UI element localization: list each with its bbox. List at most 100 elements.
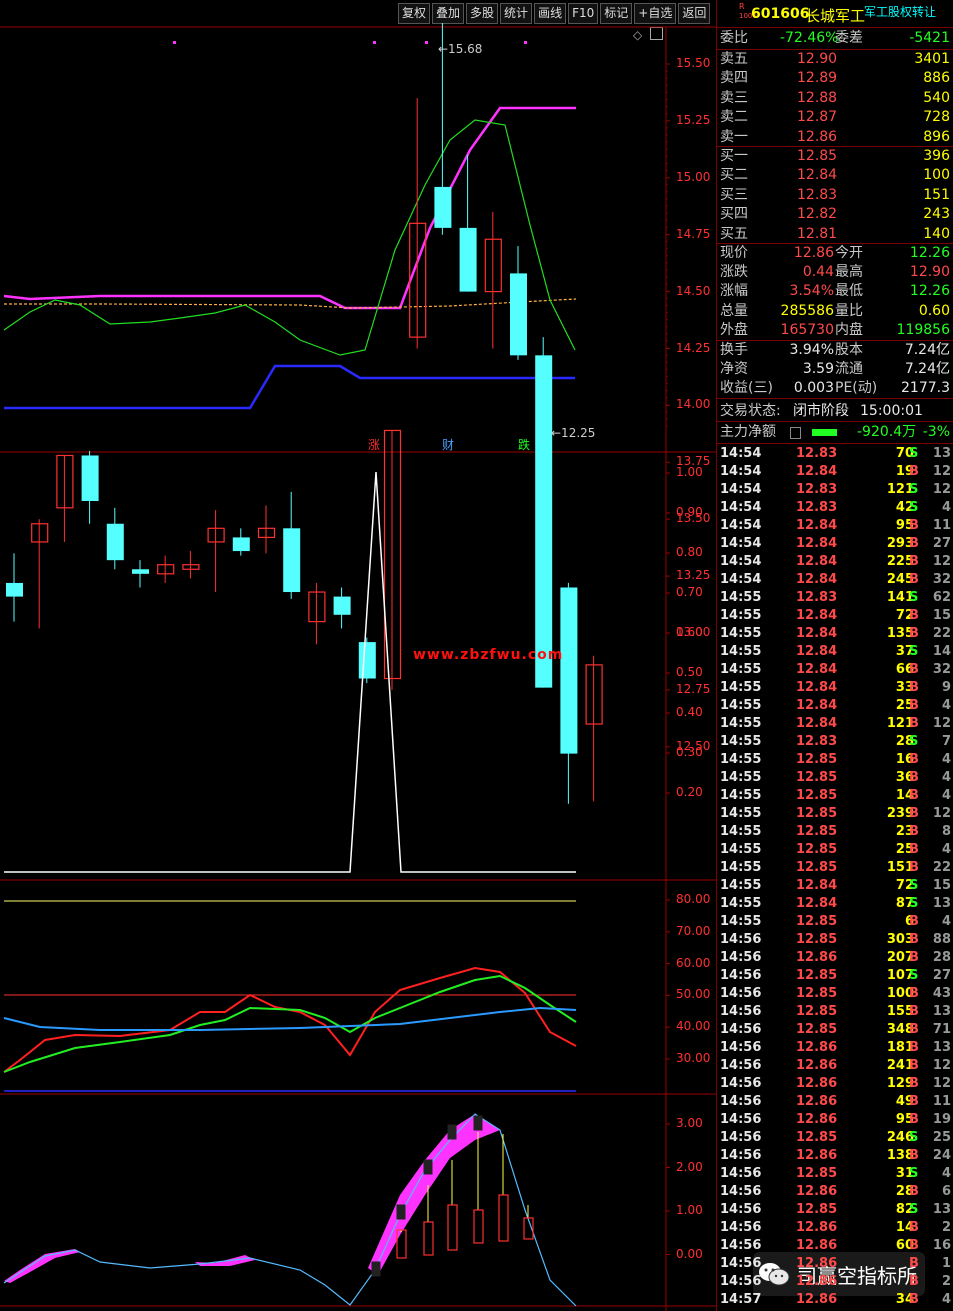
candle-body: [106, 523, 124, 561]
axis-tick-label: 60.00: [676, 955, 711, 970]
tick-row: 14:54 12.84 95 B 11: [720, 518, 951, 533]
tick-row: 14:54 12.84 19 B 12: [720, 464, 951, 479]
sell-level-row[interactable]: 卖五 12.90 3401: [717, 50, 953, 69]
candle-body: [132, 569, 149, 574]
signal-bar: [447, 1204, 458, 1251]
tick-row: 14:54 12.83 121 S 12: [720, 482, 951, 497]
tick-row: 14:56 12.86 28 B 6: [720, 1184, 951, 1199]
tick-row: 14:55 12.84 72 S 15: [720, 878, 951, 893]
sell-level-row[interactable]: 卖一 12.86 896: [717, 128, 953, 147]
candle-body: [510, 273, 527, 356]
quote-row: 涨幅 3.54% 最低 12.26: [720, 283, 950, 300]
tick-row: 14:55 12.84 25 B 4: [720, 698, 951, 713]
candle-body: [232, 537, 250, 552]
axis-tick-label: 0.80: [676, 545, 703, 559]
tick-row: 14:55 12.85 25 B 4: [720, 842, 951, 857]
resistance-line: [3, 106, 576, 310]
candle-body: [6, 582, 23, 597]
k-line: [3, 966, 577, 1073]
candle-body: [459, 227, 477, 292]
candle-body: [434, 186, 452, 228]
buy-level-row[interactable]: 买一 12.85 396: [717, 147, 953, 166]
tick-row: 14:56 12.86 207 B 28: [720, 950, 951, 965]
tick-row: 14:55 12.84 37 S 14: [720, 644, 951, 659]
tick-row: 14:55 12.85 23 B 8: [720, 824, 951, 839]
low-annotation: ←12.25: [551, 426, 595, 440]
event-marker: 跌: [518, 437, 530, 452]
quote-row: 现价 12.86 今开 12.26: [720, 245, 950, 261]
axis-tick-label: 14.75: [676, 226, 711, 241]
axis-tick-label: 3.00: [676, 1116, 703, 1130]
signal-dot: [425, 41, 428, 44]
signal-dot: [524, 41, 527, 44]
tick-row: 14:54 12.84 245 B 32: [720, 572, 951, 587]
dark-segment: [447, 1124, 457, 1140]
tick-row: 14:54 12.83 70 S 13: [720, 446, 951, 461]
tick-row: 14:56 12.86 129 B 12: [720, 1076, 951, 1091]
ma-dashed-line: [4, 298, 577, 309]
event-marker: 涨: [368, 437, 380, 452]
support-line: [4, 364, 575, 410]
tick-row: 14:56 12.85 155 B 13: [720, 1004, 951, 1019]
axis-tick-label: 0.70: [676, 585, 703, 599]
tick-row: 14:56 12.86 95 B 19: [720, 1112, 951, 1127]
watermark-url: www.zbzfwu.com: [413, 647, 564, 663]
buy-level-row[interactable]: 买三 12.83 151: [717, 186, 953, 205]
tick-row: 14:55 12.85 239 B 12: [720, 806, 951, 821]
tick-row: 14:56 12.85 246 S 25: [720, 1130, 951, 1145]
axis-tick-label: 40.00: [676, 1019, 711, 1034]
quote-row: 外盘 165730 内盘 119856: [720, 321, 950, 338]
tick-row: 14:55 12.84 135 B 22: [720, 626, 951, 641]
tick-row: 14:55 12.84 87 S 13: [720, 896, 951, 911]
tick-row: 14:55 12.84 33 B 9: [720, 680, 951, 695]
kline-chart[interactable]: ←15.68 ←12.25 涨 财 跌: [0, 0, 716, 1311]
axis-tick-label: 14.50: [676, 283, 711, 298]
axis-tick-label: 50.00: [676, 987, 711, 1002]
signal-bar: [498, 1194, 509, 1242]
buy-level-row[interactable]: 买二 12.84 100: [717, 166, 953, 185]
tick-row: 14:55 12.84 72 B 15: [720, 608, 951, 623]
band-fill: [4, 1249, 80, 1283]
buy-level-row[interactable]: 买四 12.82 243: [717, 205, 953, 224]
band-fill: [368, 1114, 500, 1275]
axis-tick-label: 12.75: [676, 681, 711, 696]
tick-row: 14:54 12.83 42 S 4: [720, 500, 951, 515]
candle-body: [535, 355, 553, 688]
tick-row: 14:56 12.85 348 B 71: [720, 1022, 951, 1037]
ma-green-line: [3, 119, 576, 356]
tick-row: 14:55 12.84 121 B 12: [720, 716, 951, 731]
signal-dot: [173, 41, 176, 44]
stock-code: 601606: [751, 6, 810, 22]
tick-row: 14:55 12.84 66 B 32: [720, 662, 951, 677]
sell-level-row[interactable]: 卖四 12.89 886: [717, 69, 953, 88]
sell-level-row[interactable]: 卖二 12.87 728: [717, 108, 953, 127]
d-line: [3, 974, 577, 1073]
trade-status-row: 交易状态: 闭市阶段 15:00:01: [720, 403, 923, 419]
quote-row: 总量 285586 量比 0.60: [720, 302, 950, 319]
tick-row: 14:56 12.85 31 S 4: [720, 1166, 951, 1181]
sell-level-row[interactable]: 卖三 12.88 540: [717, 89, 953, 108]
tick-row: 14:56 12.86 181 B 13: [720, 1040, 951, 1055]
list-icon[interactable]: [790, 427, 801, 439]
tick-row: 14:56 12.85 107 S 27: [720, 968, 951, 983]
candle-body: [560, 587, 578, 754]
axis-tick-label: 0.50: [676, 665, 703, 679]
tick-row: 14:55 12.83 141 S 62: [720, 590, 951, 605]
candle-body: [283, 528, 301, 593]
tick-row: 14:55 12.83 28 S 7: [720, 734, 951, 749]
axis-tick-label: 0.40: [676, 705, 703, 719]
fundamental-row: 净资 3.59 流通 7.24亿: [720, 361, 950, 378]
tick-row: 14:56 12.86 241 B 12: [720, 1058, 951, 1073]
quote-row: 涨跌 0.44 最高 12.90: [720, 264, 950, 281]
dark-segment: [396, 1204, 406, 1220]
tick-row: 14:56 12.85 82 S 13: [720, 1202, 951, 1217]
event-marker: 财: [442, 438, 454, 452]
buy-level-row[interactable]: 买五 12.81 140: [717, 225, 953, 244]
tick-row: 14:56 12.86 14 B 2: [720, 1220, 951, 1235]
axis-tick-label: 0.90: [676, 505, 703, 519]
stock-name: 长城军工: [805, 7, 866, 25]
axis-tick-label: 0.00: [676, 1246, 703, 1261]
axis-tick-label: 0.30: [676, 745, 703, 759]
axis-tick-label: 15.00: [676, 169, 711, 184]
stock-concept-tag[interactable]: 军工股权转让: [864, 3, 936, 20]
